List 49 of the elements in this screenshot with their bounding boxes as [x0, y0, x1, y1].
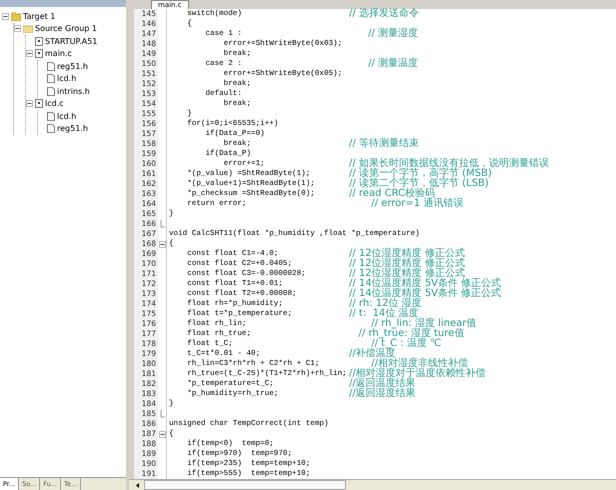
code-comment: // 读第二个字节，低字节 (LSB) [349, 179, 489, 189]
code-comment: // rh: 12位 湿度 [349, 299, 422, 309]
fold-collapse-icon[interactable] [158, 240, 166, 248]
tree-item[interactable]: main.c [45, 49, 72, 58]
tree-item[interactable]: Target 1 [23, 12, 56, 21]
code-comment: // 选择发送命令 [349, 9, 419, 19]
tree-item[interactable]: lcd.h [57, 74, 76, 84]
tree-item[interactable]: intrins.h [57, 86, 90, 96]
code-comment: //补偿温度 [349, 349, 396, 359]
code-comment: // rh_true: 湿度 ture值 [358, 329, 464, 339]
code-comment: // read CRC校验码 [349, 189, 436, 199]
scroll-left-icon[interactable] [134, 480, 142, 490]
tree-item[interactable]: reg51.h [57, 124, 88, 134]
source-file-icon [35, 49, 43, 58]
code-comment: // 读第一个字节，高字节 (MSB) [349, 169, 492, 179]
source-file-icon [35, 36, 43, 46]
code-comment: // 等待测量结束 [349, 139, 419, 149]
code-comment: // 12位湿度精度 修正公式 [349, 269, 465, 279]
tree-item[interactable]: STARTUP.A51 [45, 36, 98, 46]
source-file-icon [35, 99, 43, 108]
collapse-icon[interactable] [26, 50, 33, 58]
fold-end-icon [160, 220, 164, 228]
fold-end-icon [160, 410, 164, 418]
target-folder-icon [11, 12, 21, 21]
code-comment: //返回温度结果 [349, 379, 416, 389]
code-comment: // 如果长时间数据线没有拉低，说明测量错误 [349, 159, 549, 169]
code-comment: //返回湿度结果 [349, 389, 416, 399]
code-comment: // 12位湿度精度 修正公式 [349, 249, 465, 259]
code-comment: // rh_lin: 湿度 linear值 [371, 319, 476, 329]
code-comment: // 14位温度精度 5V条件 修正公式 [349, 289, 502, 299]
collapse-icon[interactable] [14, 25, 21, 32]
code-comment: // t: 14位 温度 [349, 309, 418, 319]
code-comment: // t_C : 温度 ℃ [371, 339, 442, 349]
code-comment: // 测量温度 [367, 59, 418, 69]
folder-icon [23, 24, 33, 33]
code-comment: // 14位温度精度 5V条件 修正公式 [349, 279, 502, 289]
tree-item[interactable]: Source Group 1 [35, 24, 98, 34]
scrollbar-thumb[interactable] [144, 480, 346, 490]
code-comment: // 测量湿度 [367, 29, 418, 39]
collapse-icon[interactable] [2, 12, 9, 20]
tree-item[interactable]: lcd.h [57, 112, 76, 121]
collapse-icon[interactable] [26, 100, 33, 108]
fold-collapse-icon[interactable] [158, 430, 166, 438]
code-comment: // 12位湿度精度 修正公式 [349, 259, 465, 269]
tree-item[interactable]: lcd.c [45, 99, 64, 108]
code-comment: // error=1 通讯错误 [370, 199, 464, 209]
tree-item[interactable]: reg51.h [57, 62, 88, 71]
code-comment: //相对湿度对于温度依赖性补偿 [349, 369, 486, 379]
code-comment: //相对湿度非线性补偿 [371, 359, 468, 369]
